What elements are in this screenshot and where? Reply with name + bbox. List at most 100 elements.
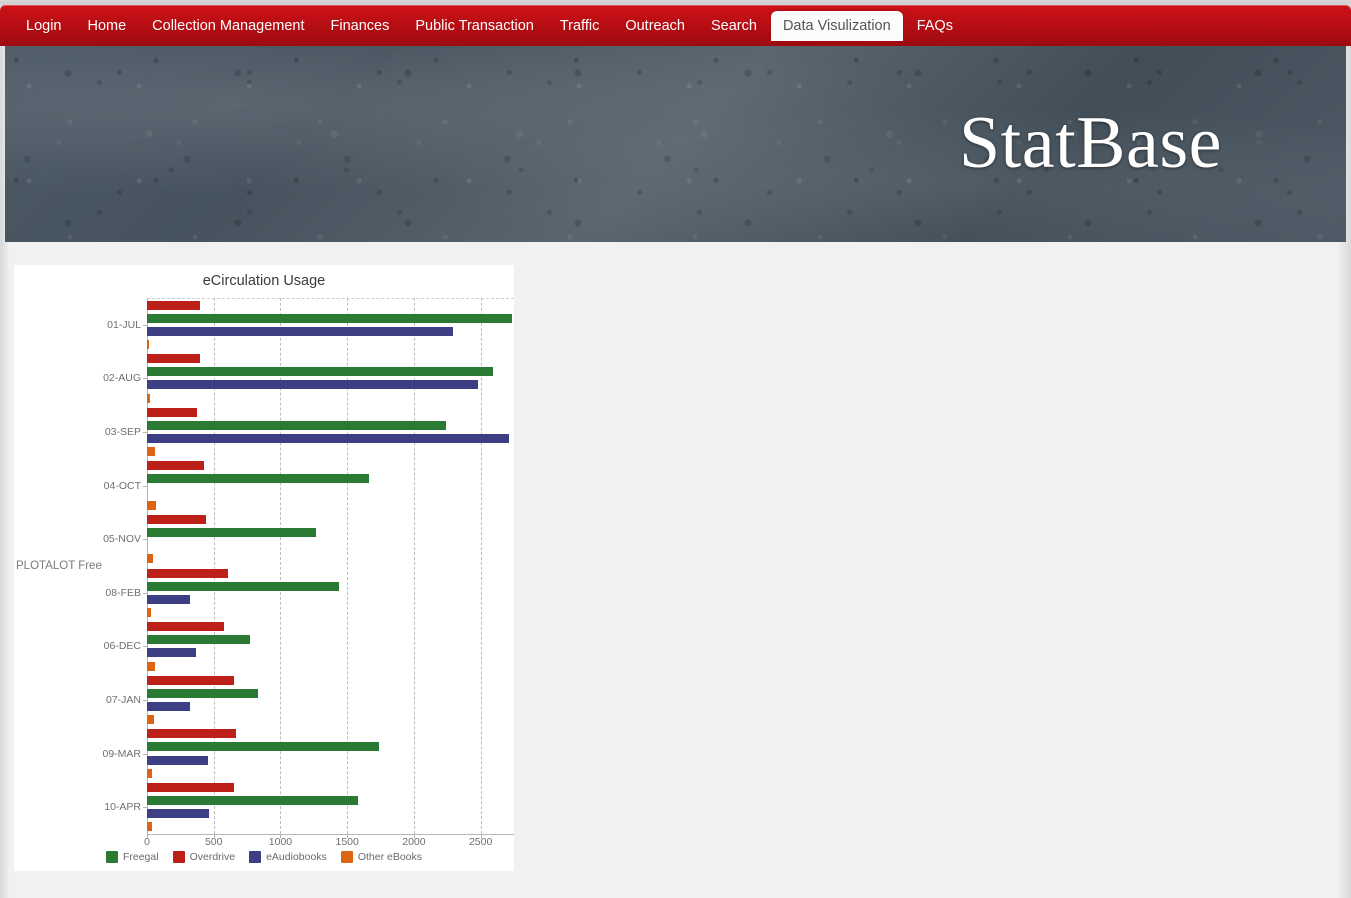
bar-group-02-AUG: 02-AUG xyxy=(103,354,514,403)
legend-item-freegal[interactable]: Freegal xyxy=(105,851,159,863)
bar-01-JUL-freegal[interactable] xyxy=(147,313,512,323)
bar-group-08-FEB: 08-FEB xyxy=(105,568,514,618)
legend-swatch-other-ebooks xyxy=(340,851,353,863)
category-label-06-DEC: 06-DEC xyxy=(103,640,141,653)
category-label-04-OCT: 04-OCT xyxy=(103,479,141,492)
bar-07-JAN-freegal[interactable] xyxy=(147,688,259,698)
bar-04-OCT-other-ebooks[interactable] xyxy=(147,500,157,510)
nav-item-home[interactable]: Home xyxy=(75,11,138,41)
bar-08-FEB-eaudiobooks[interactable] xyxy=(147,594,190,604)
category-label-09-MAR: 09-MAR xyxy=(102,747,141,760)
bar-09-MAR-freegal[interactable] xyxy=(147,742,380,752)
bar-03-SEP-overdrive[interactable] xyxy=(147,407,198,417)
bar-06-DEC-eaudiobooks[interactable] xyxy=(147,648,196,658)
bar-08-FEB-freegal[interactable] xyxy=(147,581,339,591)
nav-item-outreach[interactable]: Outreach xyxy=(613,11,697,41)
bar-03-SEP-other-ebooks[interactable] xyxy=(147,447,155,457)
x-tick-label-1500: 1500 xyxy=(335,836,359,848)
legend-item-other-ebooks[interactable]: Other eBooks xyxy=(340,851,423,863)
category-label-01-JUL: 01-JUL xyxy=(107,318,141,331)
bar-07-JAN-eaudiobooks[interactable] xyxy=(147,702,190,712)
bar-02-AUG-eaudiobooks[interactable] xyxy=(147,380,478,390)
site-title: StatBase xyxy=(959,102,1222,184)
nav-item-data-visulization[interactable]: Data Visulization xyxy=(770,11,903,41)
bar-01-JUL-other-ebooks[interactable] xyxy=(147,340,149,350)
bar-group-10-APR: 10-APR xyxy=(104,782,514,832)
legend-label-eaudiobooks: eAudiobooks xyxy=(266,851,327,863)
bar-group-09-MAR: 09-MAR xyxy=(102,729,514,778)
category-tick-08-FEB xyxy=(143,592,147,594)
bar-02-AUG-other-ebooks[interactable] xyxy=(147,393,151,403)
bar-group-01-JUL: 01-JUL xyxy=(107,300,514,350)
bar-03-SEP-freegal[interactable] xyxy=(147,420,446,430)
category-label-10-APR: 10-APR xyxy=(104,801,141,814)
bar-05-NOV-freegal[interactable] xyxy=(147,528,316,538)
legend-item-overdrive[interactable]: Overdrive xyxy=(172,851,236,863)
category-label-07-JAN: 07-JAN xyxy=(105,693,141,706)
legend-label-freegal: Freegal xyxy=(122,851,159,863)
chart-legend: Freegal Overdrive eAudiobooks Other eBooks xyxy=(14,851,514,863)
nav-item-login[interactable]: Login xyxy=(14,11,73,41)
x-axis-line xyxy=(147,834,514,835)
chart-card: eCirculation Usage 01-JUL 02-AUG 03-SEP 04-… xyxy=(14,265,514,871)
legend-swatch-freegal xyxy=(105,851,118,863)
nav-item-public-transaction[interactable]: Public Transaction xyxy=(403,11,545,41)
x-tick-label-0: 0 xyxy=(144,836,150,848)
legend-swatch-overdrive xyxy=(172,851,185,863)
x-tick-label-2500: 2500 xyxy=(468,836,493,848)
nav-item-search[interactable]: Search xyxy=(699,11,769,41)
category-tick-06-DEC xyxy=(143,646,147,648)
bar-group-07-JAN: 07-JAN xyxy=(106,675,514,725)
chart-title: eCirculation Usage xyxy=(202,273,326,289)
bar-06-DEC-overdrive[interactable] xyxy=(147,622,224,632)
legend-label-other-ebooks: Other eBooks xyxy=(357,851,423,863)
x-tick-label-2000: 2000 xyxy=(402,836,426,848)
main-navigation: Login Home Collection Management Finances Pu… xyxy=(0,5,1351,46)
bar-10-APR-freegal[interactable] xyxy=(147,796,358,806)
bar-group-06-DEC: 06-DEC xyxy=(104,622,514,671)
bar-07-JAN-other-ebooks[interactable] xyxy=(147,715,154,725)
category-label-02-AUG: 02-AUG xyxy=(103,372,141,385)
bar-08-FEB-overdrive[interactable] xyxy=(147,568,228,578)
bar-09-MAR-overdrive[interactable] xyxy=(147,729,237,739)
x-tick-label-500: 500 xyxy=(204,836,223,848)
bar-08-FEB-other-ebooks[interactable] xyxy=(147,608,151,618)
category-label-03-SEP: 03-SEP xyxy=(104,425,141,438)
category-tick-09-MAR xyxy=(143,753,147,755)
bar-09-MAR-other-ebooks[interactable] xyxy=(147,768,153,778)
hero-banner: StatBase xyxy=(5,46,1346,242)
bar-01-JUL-eaudiobooks[interactable] xyxy=(147,326,454,336)
category-tick-02-AUG xyxy=(143,378,147,380)
bar-03-SEP-eaudiobooks[interactable] xyxy=(147,434,510,444)
bar-04-OCT-freegal[interactable] xyxy=(147,474,370,484)
bar-02-AUG-freegal[interactable] xyxy=(147,367,494,377)
bar-05-NOV-other-ebooks[interactable] xyxy=(147,554,153,564)
category-tick-03-SEP xyxy=(143,431,147,433)
nav-item-faqs[interactable]: FAQs xyxy=(905,11,965,41)
bar-05-NOV-overdrive[interactable] xyxy=(147,514,206,524)
bar-10-APR-eaudiobooks[interactable] xyxy=(147,809,210,819)
nav-item-collection-management[interactable]: Collection Management xyxy=(140,11,316,41)
legend-item-eaudiobooks[interactable]: eAudiobooks xyxy=(249,851,327,863)
nav-item-finances[interactable]: Finances xyxy=(319,11,402,41)
nav-item-traffic[interactable]: Traffic xyxy=(548,11,611,41)
bar-06-DEC-other-ebooks[interactable] xyxy=(147,661,155,671)
bar-04-OCT-overdrive[interactable] xyxy=(147,461,205,471)
bar-group-04-OCT: 04-OCT xyxy=(104,461,514,510)
legend-label-overdrive: Overdrive xyxy=(189,851,236,863)
bar-09-MAR-eaudiobooks[interactable] xyxy=(147,755,208,765)
bar-06-DEC-freegal[interactable] xyxy=(147,635,250,645)
category-tick-07-JAN xyxy=(143,699,147,701)
bar-01-JUL-overdrive[interactable] xyxy=(147,300,200,310)
bar-10-APR-other-ebooks[interactable] xyxy=(147,822,152,832)
category-label-05-NOV: 05-NOV xyxy=(103,533,141,546)
bar-group-05-NOV: 05-NOV xyxy=(103,514,514,564)
page-root: Login Home Collection Management Finances Pu… xyxy=(0,0,1351,898)
gridline-top xyxy=(147,298,514,299)
bar-07-JAN-overdrive[interactable] xyxy=(147,675,234,685)
bar-group-03-SEP: 03-SEP xyxy=(105,407,514,457)
bar-02-AUG-overdrive[interactable] xyxy=(147,354,201,364)
bar-10-APR-overdrive[interactable] xyxy=(147,782,234,792)
x-tick-label-1000: 1000 xyxy=(268,836,293,848)
category-tick-01-JUL xyxy=(143,324,147,326)
